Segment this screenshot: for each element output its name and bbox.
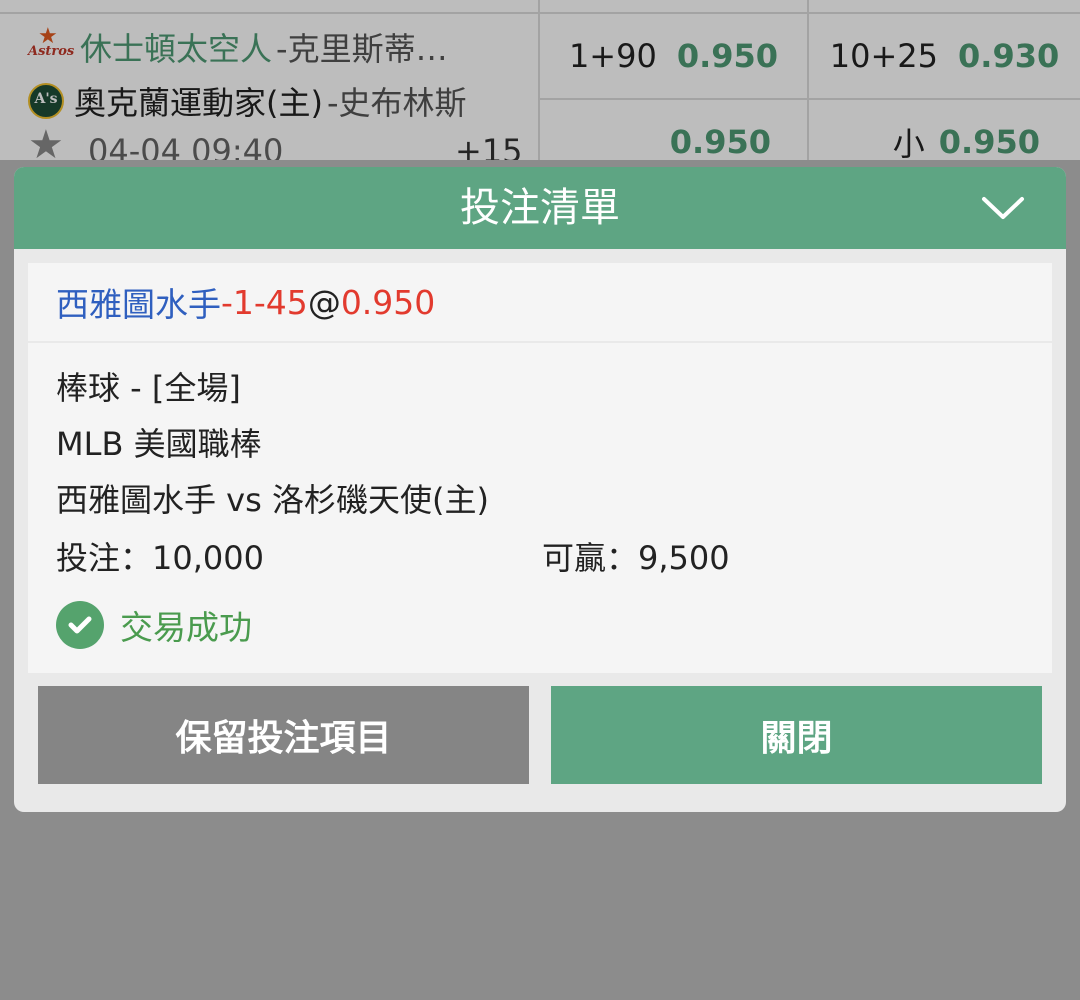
transaction-status: 交易成功	[120, 608, 252, 647]
astros-logo: ★ Astros	[28, 24, 75, 59]
bet-slip-header: 投注清單	[14, 167, 1066, 249]
chevron-down-icon[interactable]	[978, 187, 1028, 227]
row-divider	[0, 12, 538, 14]
handicap-line: 1+90	[568, 37, 657, 75]
selection-handicap: -1-45	[221, 282, 308, 322]
total-under-label: 小	[892, 125, 925, 160]
match-datetime: 04-04 09:40	[88, 132, 284, 160]
total-under-cell[interactable]: 小 0.950	[809, 100, 1080, 160]
selection-odds: 0.950	[340, 282, 436, 322]
handicap-odds-cell-2[interactable]: 0.950	[540, 100, 807, 160]
close-button[interactable]: 關閉	[551, 686, 1042, 784]
selection-at: @	[307, 282, 341, 322]
total-under-odds: 0.950	[938, 123, 1040, 160]
match-list: ★ Astros 休士頓太空人 -克里斯蒂… A's 奧克蘭運動家(主) -史布…	[0, 0, 1080, 160]
stake-amount: 投注：10,000	[56, 539, 264, 577]
handicap-partial: +15	[455, 132, 523, 160]
handicap-odds-cell[interactable]: 1+90 0.950	[540, 14, 807, 98]
total-line: 10+25	[829, 37, 939, 75]
check-circle-icon	[56, 601, 104, 649]
bet-slip-title: 投注清單	[460, 185, 620, 231]
bet-selection: 西雅圖水手 -1-45 @ 0.950	[28, 263, 1052, 341]
total-odds-cell[interactable]: 10+25 0.930	[809, 14, 1080, 98]
handicap-odds: 0.950	[676, 37, 779, 75]
home-pitcher: -史布林斯	[326, 84, 467, 122]
bet-slip-modal: 投注清單 西雅圖水手 -1-45 @ 0.950 棒球 - [全場] MLB 美…	[14, 167, 1066, 812]
bet-details: 棒球 - [全場] MLB 美國職棒 西雅圖水手 vs 洛杉磯天使(主) 投注：…	[28, 343, 1052, 673]
matchup: 西雅圖水手 vs 洛杉磯天使(主)	[56, 481, 489, 519]
handicap-odds-2: 0.950	[669, 123, 771, 160]
home-team-row[interactable]: A's 奧克蘭運動家(主) -史布林斯	[28, 78, 467, 124]
away-team-row[interactable]: ★ Astros 休士頓太空人 -克里斯蒂…	[28, 24, 448, 70]
potential-win: 可贏：9,500	[542, 539, 730, 577]
status-row: 交易成功	[56, 601, 252, 649]
keep-selections-button[interactable]: 保留投注項目	[38, 686, 529, 784]
away-team-name: 休士頓太空人	[80, 30, 273, 68]
selection-team: 西雅圖水手	[56, 285, 221, 324]
league-name: MLB 美國職棒	[56, 425, 262, 463]
favorite-star-icon[interactable]: ★	[28, 122, 64, 160]
total-odds: 0.930	[958, 37, 1060, 75]
home-team-name: 奧克蘭運動家(主)	[74, 84, 323, 122]
sport-line: 棒球 - [全場]	[56, 369, 241, 407]
athletics-logo: A's	[28, 83, 64, 119]
away-pitcher: -克里斯蒂…	[276, 30, 448, 68]
